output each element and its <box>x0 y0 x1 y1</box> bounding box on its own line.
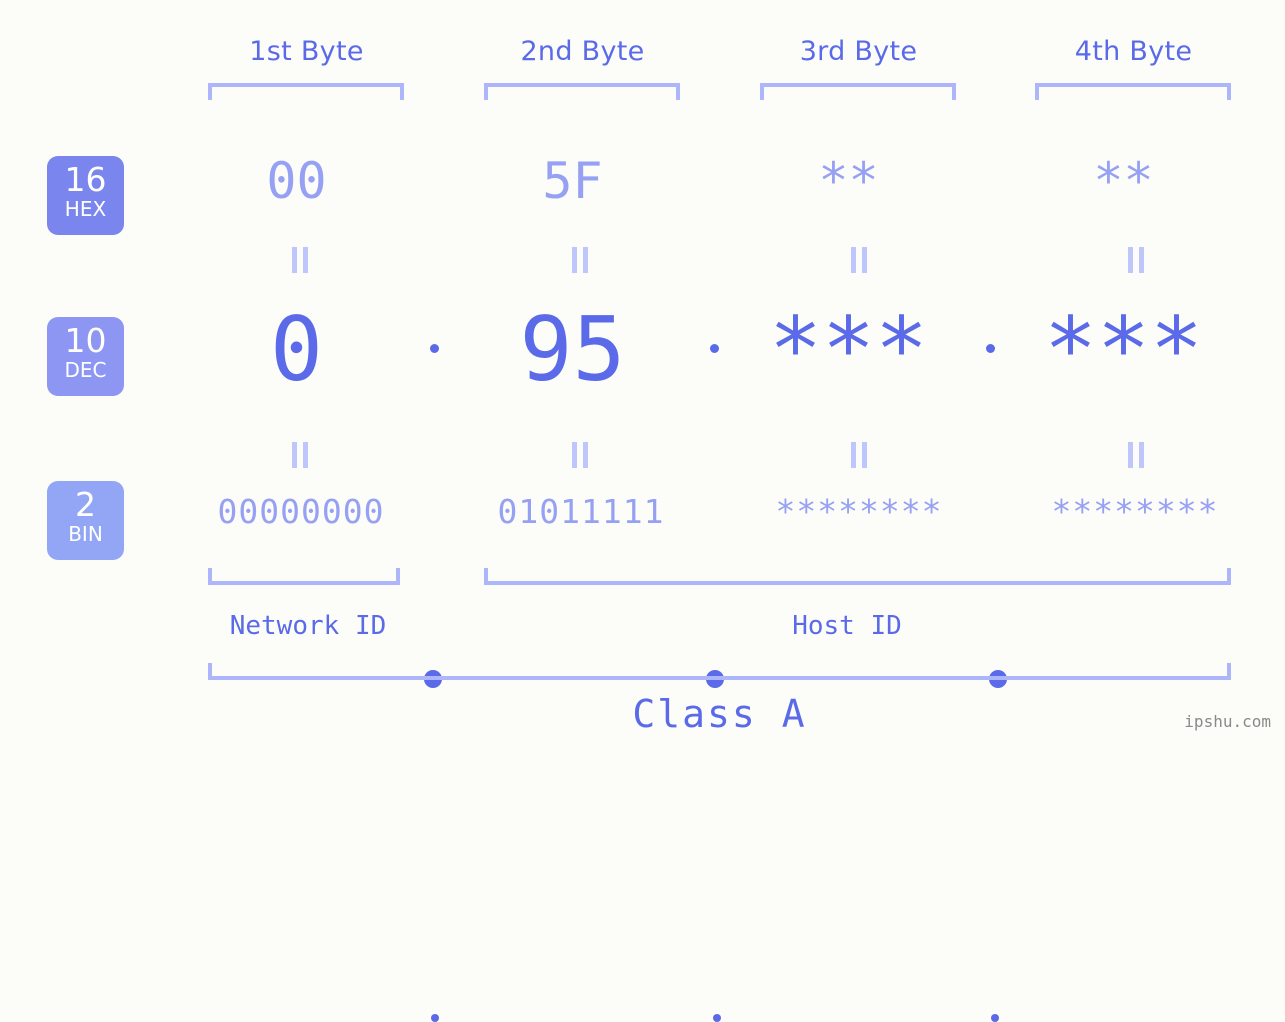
host-id-bracket <box>484 568 1231 585</box>
equals-hex-dec-2 <box>572 247 588 273</box>
equals-hex-dec-3 <box>851 247 867 273</box>
hex-value-row: 00 5F ** ** <box>0 146 1285 353</box>
equals-hex-dec-4 <box>1128 247 1144 273</box>
dec-value-row: 0 95 *** *** <box>0 290 1285 688</box>
bin-byte-2: 01011111 <box>497 492 665 531</box>
hex-byte-2: 5F <box>542 152 603 210</box>
byte-bracket-2 <box>484 83 680 100</box>
bin-byte-3: ******** <box>775 492 943 531</box>
byte-bracket-3 <box>760 83 956 100</box>
network-id-label: Network ID <box>229 611 387 641</box>
hex-byte-3: ** <box>818 152 879 210</box>
hex-byte-1: 00 <box>266 152 327 210</box>
ip-byte-diagram: 1st Byte 2nd Byte 3rd Byte 4th Byte 16 H… <box>0 0 1285 1022</box>
byte-header-3: 3rd Byte <box>799 36 918 67</box>
dec-byte-2: 95 <box>519 298 626 401</box>
dec-byte-1: 0 <box>270 298 323 401</box>
equals-dec-bin-2 <box>572 442 588 468</box>
byte-header-1: 1st Byte <box>249 36 364 67</box>
equals-dec-bin-4 <box>1128 442 1144 468</box>
dec-byte-3: *** <box>769 298 928 401</box>
bin-value-row: 00000000 01011111 ******** ******** <box>0 487 1285 1022</box>
class-label: Class A <box>632 692 807 736</box>
bin-separator-2 <box>713 1014 721 1022</box>
bin-byte-4: ******** <box>1051 492 1219 531</box>
dec-byte-4: *** <box>1044 298 1203 401</box>
equals-dec-bin-3 <box>851 442 867 468</box>
hex-byte-4: ** <box>1093 152 1154 210</box>
equals-dec-bin-1 <box>292 442 308 468</box>
host-id-label: Host ID <box>792 611 902 641</box>
bin-byte-1: 00000000 <box>217 492 385 531</box>
byte-header-2: 2nd Byte <box>520 36 645 67</box>
bin-separator-3 <box>991 1014 999 1022</box>
class-bracket <box>208 663 1231 680</box>
byte-header-4: 4th Byte <box>1074 36 1193 67</box>
byte-bracket-1 <box>208 83 404 100</box>
byte-bracket-4 <box>1035 83 1231 100</box>
watermark: ipshu.com <box>1184 712 1271 731</box>
bin-separator-1 <box>431 1014 439 1022</box>
network-id-bracket <box>208 568 400 585</box>
equals-hex-dec-1 <box>292 247 308 273</box>
